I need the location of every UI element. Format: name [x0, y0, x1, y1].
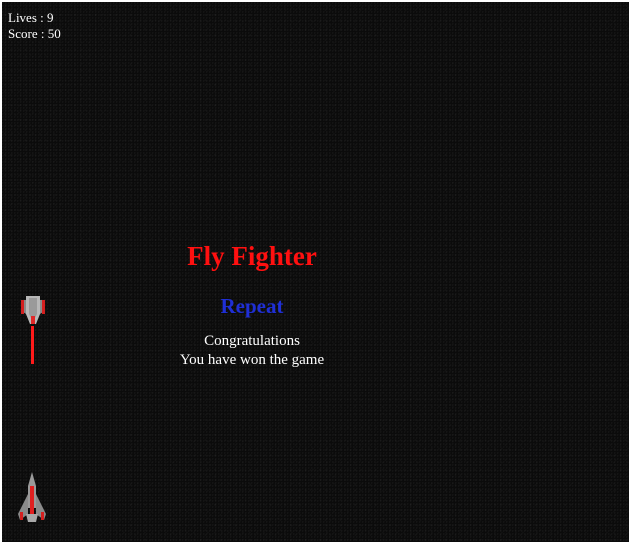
enemy-ship-icon — [19, 294, 47, 366]
win-message-line-1: Congratulations — [204, 333, 300, 349]
game-over-menu: Fly Fighter Repeat Congratulations You h… — [152, 240, 352, 370]
player-ship-icon — [16, 470, 48, 526]
hud: Lives : 9 Score : 50 — [8, 10, 61, 42]
game-title: Fly Fighter — [187, 241, 317, 271]
lives-counter: Lives : 9 — [8, 10, 54, 25]
game-canvas[interactable]: Lives : 9 Score : 50 Fly Fighter Repeat … — [2, 2, 629, 542]
win-message: Congratulations You have won the game — [152, 332, 352, 370]
score-counter: Score : 50 — [8, 26, 61, 41]
repeat-button[interactable]: Repeat — [221, 294, 284, 318]
win-message-line-2: You have won the game — [179, 352, 325, 368]
